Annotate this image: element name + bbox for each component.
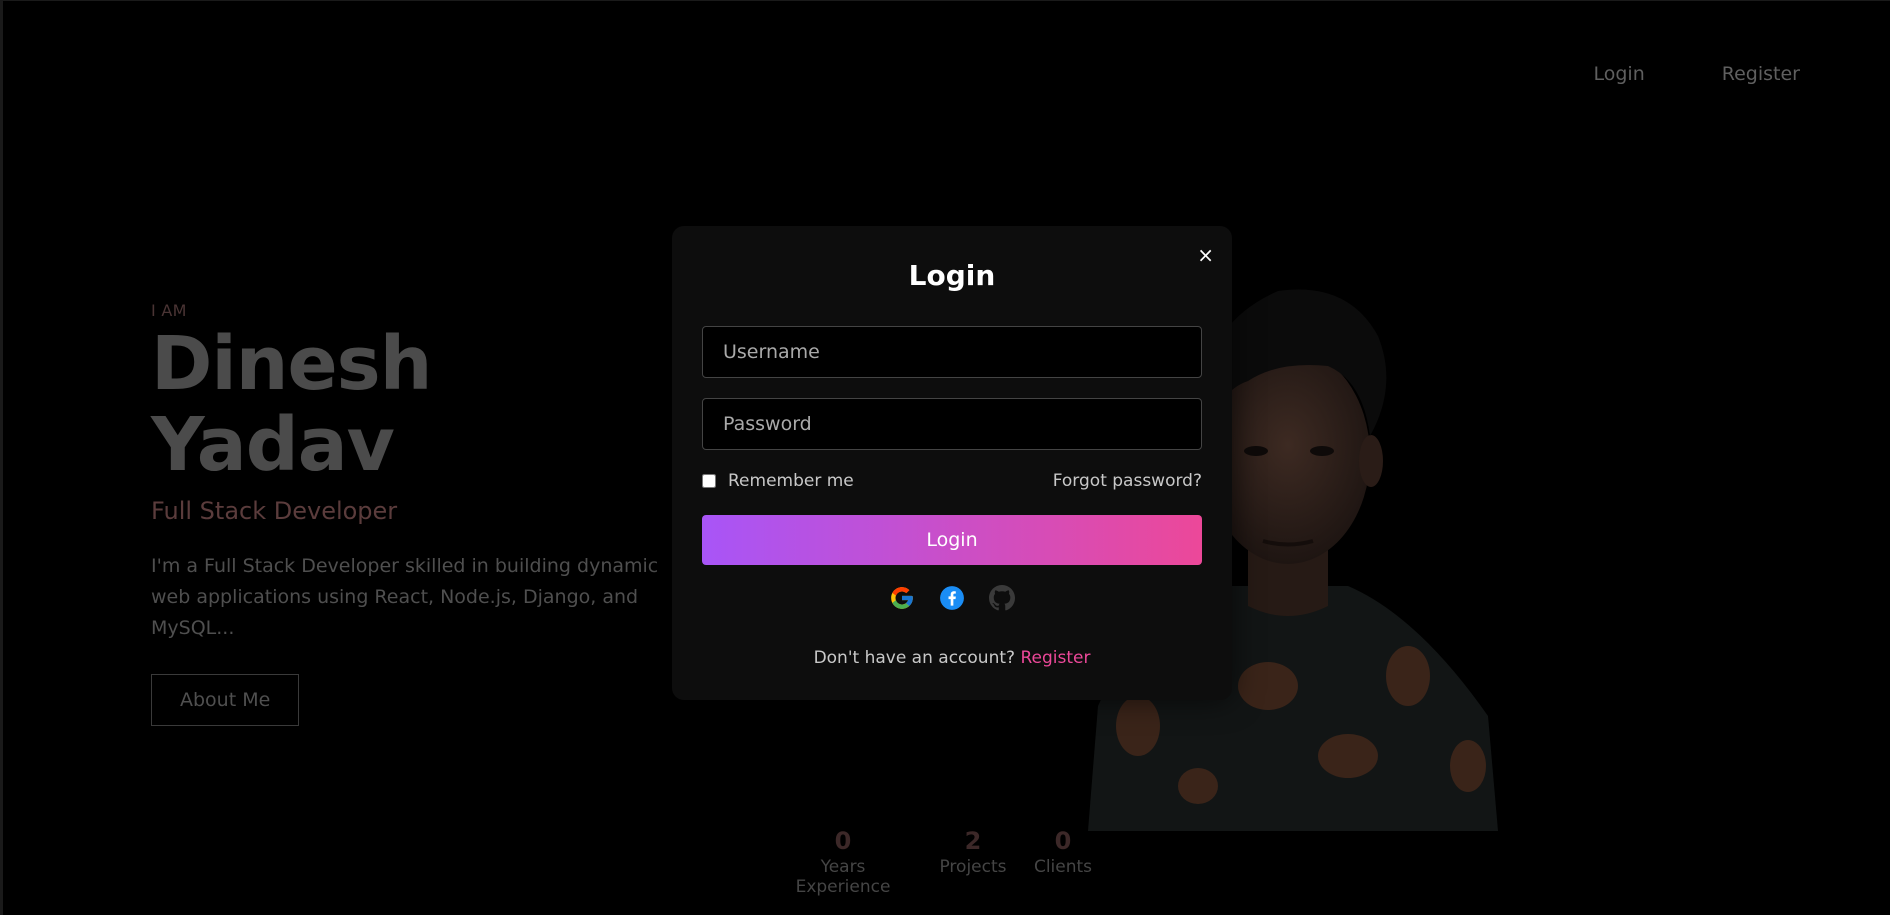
hero-section: I AM Dinesh Yadav Full Stack Developer I… (151, 301, 691, 726)
stat-projects: 2 Projects (918, 827, 1028, 897)
remember-me-checkbox[interactable] (702, 474, 716, 488)
hero-eyebrow: I AM (151, 301, 187, 320)
close-icon[interactable]: × (1197, 245, 1214, 265)
modal-title: Login (908, 259, 996, 292)
facebook-icon[interactable] (939, 585, 965, 611)
page: Login Register I AM Dinesh Yadav Full St… (0, 0, 1890, 915)
stat-clients: 0 Clients (1028, 827, 1098, 897)
stat-label: Years Experience (795, 857, 891, 897)
top-nav: Login Register (1594, 63, 1801, 85)
stats-row: 0 Years Experience 2 Projects 0 Clients (778, 827, 1098, 897)
login-options: Remember me Forgot password? (702, 471, 1202, 491)
google-icon[interactable] (889, 585, 915, 611)
remember-me-label: Remember me (728, 471, 854, 491)
register-prompt-text: Don't have an account? (813, 648, 1016, 668)
stat-value: 2 (964, 827, 982, 855)
social-login (672, 585, 1232, 611)
hero-description: I'm a Full Stack Developer skilled in bu… (151, 554, 659, 639)
login-modal: × Login Remember me Forgot password? Log… (672, 226, 1232, 700)
about-me-button[interactable]: About Me (151, 673, 300, 726)
hero-role: Full Stack Developer (151, 496, 398, 525)
remember-me: Remember me (702, 471, 854, 491)
register-link[interactable]: Register (1020, 648, 1090, 668)
register-prompt: Don't have an account? Register (672, 648, 1232, 668)
stat-years: 0 Years Experience (778, 827, 908, 897)
stat-value: 0 (834, 827, 852, 855)
nav-login-link[interactable]: Login (1594, 63, 1645, 85)
login-submit-button[interactable]: Login (702, 515, 1202, 565)
github-icon[interactable] (989, 585, 1015, 611)
nav-register-link[interactable]: Register (1722, 63, 1800, 85)
forgot-password-link[interactable]: Forgot password? (1053, 471, 1202, 491)
hero-name: Dinesh Yadav (151, 321, 432, 489)
username-input[interactable] (702, 326, 1202, 378)
stat-label: Projects (939, 857, 1007, 877)
password-input[interactable] (702, 398, 1202, 450)
stat-label: Clients (1033, 857, 1093, 877)
stat-value: 0 (1054, 827, 1072, 855)
